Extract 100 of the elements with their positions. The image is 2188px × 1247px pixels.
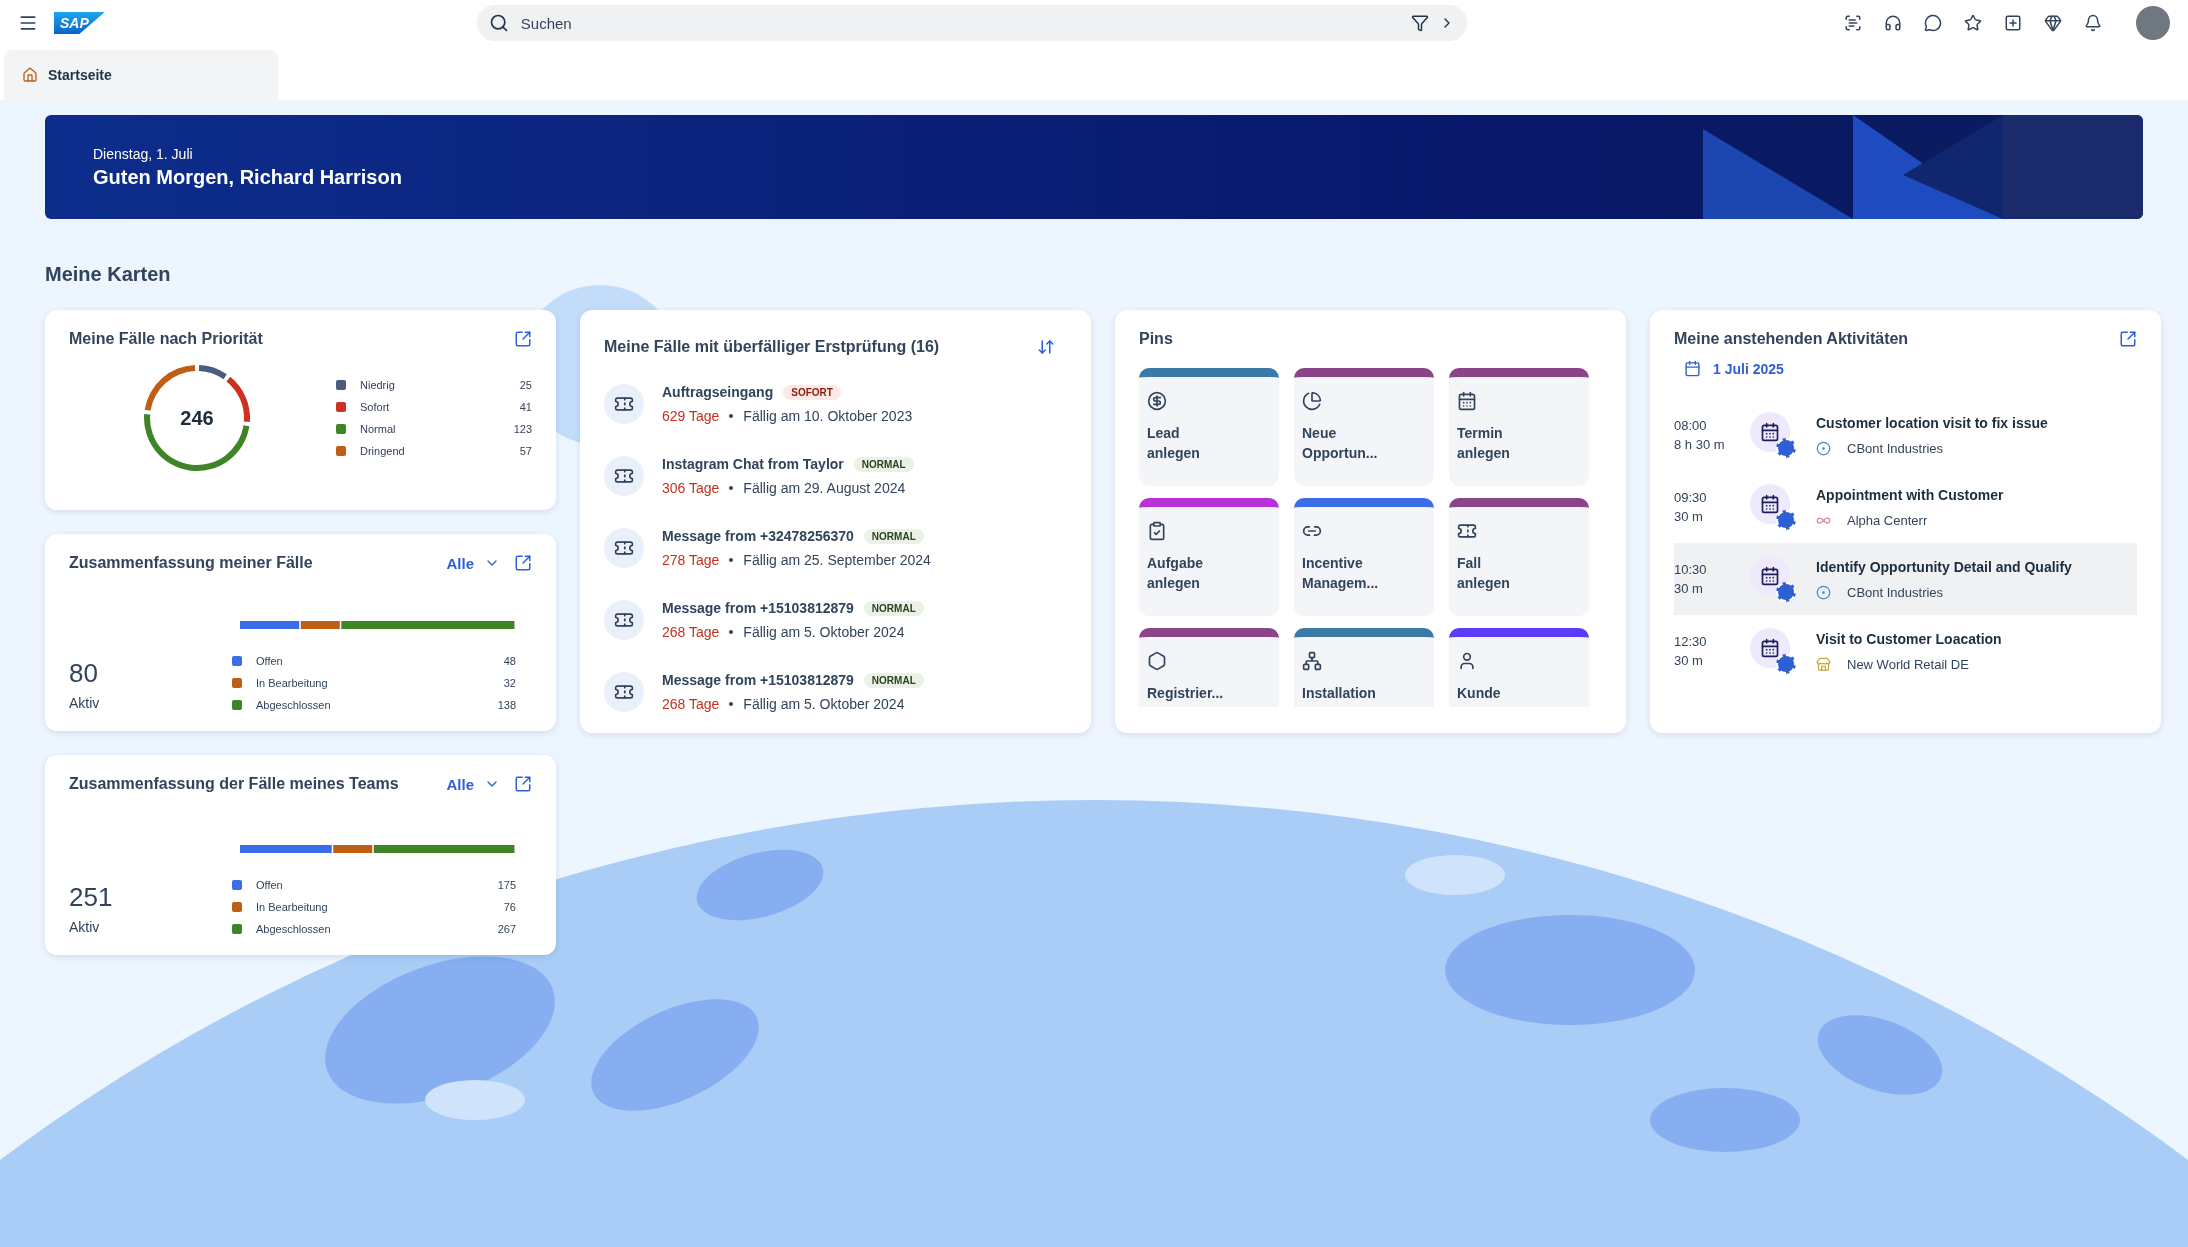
overdue-days: 278 Tage (662, 552, 720, 568)
calendar-icon (1684, 360, 1701, 377)
headset-icon[interactable] (1884, 14, 1902, 32)
appointment-icon (1750, 628, 1796, 674)
menu-icon[interactable] (18, 13, 38, 33)
activity-date[interactable]: 1 Juli 2025 (1713, 360, 1784, 377)
sort-icon[interactable] (1037, 338, 1055, 356)
donut-segment (144, 365, 196, 411)
activity-time: 10:30 (1674, 561, 1708, 579)
tab[interactable]: Startseite (4, 50, 278, 100)
filter-dropdown[interactable]: Alle (446, 554, 500, 572)
chart-icon (1302, 391, 1322, 411)
hierarchy-icon (1302, 651, 1322, 671)
legend-label: Abgeschlossen (256, 699, 332, 711)
calendar-icon (1457, 391, 1477, 411)
count-label: Aktiv (69, 695, 101, 711)
activity-duration: 8 h 30 m (1674, 436, 1726, 454)
due-date: Fällig am 29. August 2024 (743, 480, 906, 496)
separator-dot (729, 630, 734, 634)
filter-dropdown[interactable]: Alle (446, 775, 500, 793)
card-title: Meine Fälle nach Priorität (69, 330, 263, 348)
activity-time: 08:00 (1674, 417, 1708, 435)
pin-tile[interactable]: Neue Opportun... (1294, 368, 1434, 486)
ticket-icon (1457, 521, 1477, 541)
pin-tile[interactable]: Fall anlegen (1449, 498, 1589, 616)
filter-icon[interactable] (1410, 14, 1429, 32)
donut-total: 246 (180, 407, 214, 429)
legend-value: 123 (513, 423, 532, 435)
legend-value: 48 (502, 655, 516, 667)
legend-label: In Bearbeitung (256, 677, 329, 689)
sap-logo[interactable]: SAP (54, 12, 105, 34)
banner-date: Dienstag, 1. Juli (93, 145, 194, 162)
legend-value: 175 (497, 879, 516, 891)
company-name: Alpha Centerr (1847, 512, 1928, 528)
legend-value: 25 (518, 379, 532, 391)
legend-label: Abgeschlossen (256, 923, 332, 935)
separator-dot (729, 414, 734, 418)
card-title: Zusammenfassung meiner Fälle (69, 554, 313, 572)
legend-value: 138 (497, 699, 516, 711)
activity-row[interactable]: 08:00 8 h 30 m Customer location visit to fix issue CBont Industries (1674, 399, 2137, 471)
activity-row[interactable]: 12:30 30 m Visit to Customer Loacation New World Retail DE (1674, 615, 2137, 687)
target-icon (1816, 440, 1831, 456)
open-external-icon[interactable] (514, 330, 532, 348)
notifications-icon[interactable] (2084, 14, 2102, 32)
legend-value: 267 (497, 923, 516, 935)
activity-time: 12:30 (1674, 633, 1708, 651)
activity-time: 09:30 (1674, 489, 1708, 507)
priority-badge: NORMAL (853, 456, 914, 472)
diamond-icon[interactable] (2044, 14, 2062, 32)
overdue-days: 268 Tage (662, 624, 720, 640)
case-title[interactable]: Instagram Chat from Taylor (662, 456, 844, 472)
legend-label: Niedrig (360, 379, 396, 391)
appointment-icon (1750, 556, 1796, 602)
open-external-icon[interactable] (514, 775, 532, 793)
legend-label: Offen (256, 655, 284, 667)
activity-duration: 30 m (1674, 580, 1704, 598)
clipboard-check-icon (1147, 521, 1167, 541)
appointment-icon (1750, 412, 1796, 458)
user-avatar[interactable] (2136, 6, 2170, 40)
separator-dot (729, 558, 734, 562)
activity-row[interactable]: 10:30 30 m Identify Opportunity Detail and Qualify CBont Industries (1674, 543, 2137, 615)
greeting: Guten Morgen, Richard Harrison (93, 165, 403, 189)
open-external-icon[interactable] (514, 554, 532, 572)
legend-label: In Bearbeitung (256, 901, 329, 913)
pin-tile[interactable]: Installation (1294, 628, 1434, 707)
pin-tile[interactable]: Incentive Managem... (1294, 498, 1434, 616)
activity-row[interactable]: 09:30 30 m Appointment with Customer Alpha Centerr (1674, 471, 2137, 543)
legend-label: Sofort (360, 401, 391, 413)
legend-value: 41 (518, 401, 532, 413)
case-title[interactable]: Auftragseingang (662, 384, 774, 400)
open-external-icon[interactable] (2119, 330, 2137, 348)
priority-badge: SOFORT (783, 384, 841, 400)
legend-value: 76 (502, 901, 516, 913)
pin-tile[interactable]: Aufgabe anlegen (1139, 498, 1279, 616)
case-title[interactable]: Message from +15103812879 (662, 672, 854, 688)
card-title: Pins (1139, 330, 1173, 348)
activity-duration: 30 m (1674, 652, 1704, 670)
case-title[interactable]: Message from +32478256370 (662, 528, 854, 544)
store-icon (1816, 656, 1831, 672)
company-name: New World Retail DE (1847, 656, 1969, 672)
active-count: 251 (69, 882, 114, 913)
separator-dot (729, 486, 734, 490)
overdue-days: 268 Tage (662, 696, 720, 712)
star-icon[interactable] (1964, 14, 1982, 32)
due-date: Fällig am 10. Oktober 2023 (743, 408, 913, 424)
scan-icon[interactable] (1844, 14, 1862, 32)
search-field[interactable]: Suchen (518, 13, 1401, 33)
chat-icon[interactable] (1924, 14, 1942, 32)
legend-label: Dringend (360, 445, 406, 457)
add-app-icon[interactable] (2004, 14, 2022, 32)
pin-tile[interactable]: Lead anlegen (1139, 368, 1279, 486)
appointment-icon (1750, 484, 1796, 530)
pin-tile[interactable]: Registrier... (1139, 628, 1279, 707)
pin-tile[interactable]: Kunde (1449, 628, 1589, 707)
case-title[interactable]: Message from +15103812879 (662, 600, 854, 616)
pin-tile[interactable]: Termin anlegen (1449, 368, 1589, 486)
card-title: Zusammenfassung der Fälle meines Teams (69, 775, 399, 793)
search-bar[interactable]: Suchen (476, 5, 1467, 41)
due-date: Fällig am 5. Oktober 2024 (743, 696, 905, 712)
dollar-circle-icon (1147, 391, 1167, 411)
